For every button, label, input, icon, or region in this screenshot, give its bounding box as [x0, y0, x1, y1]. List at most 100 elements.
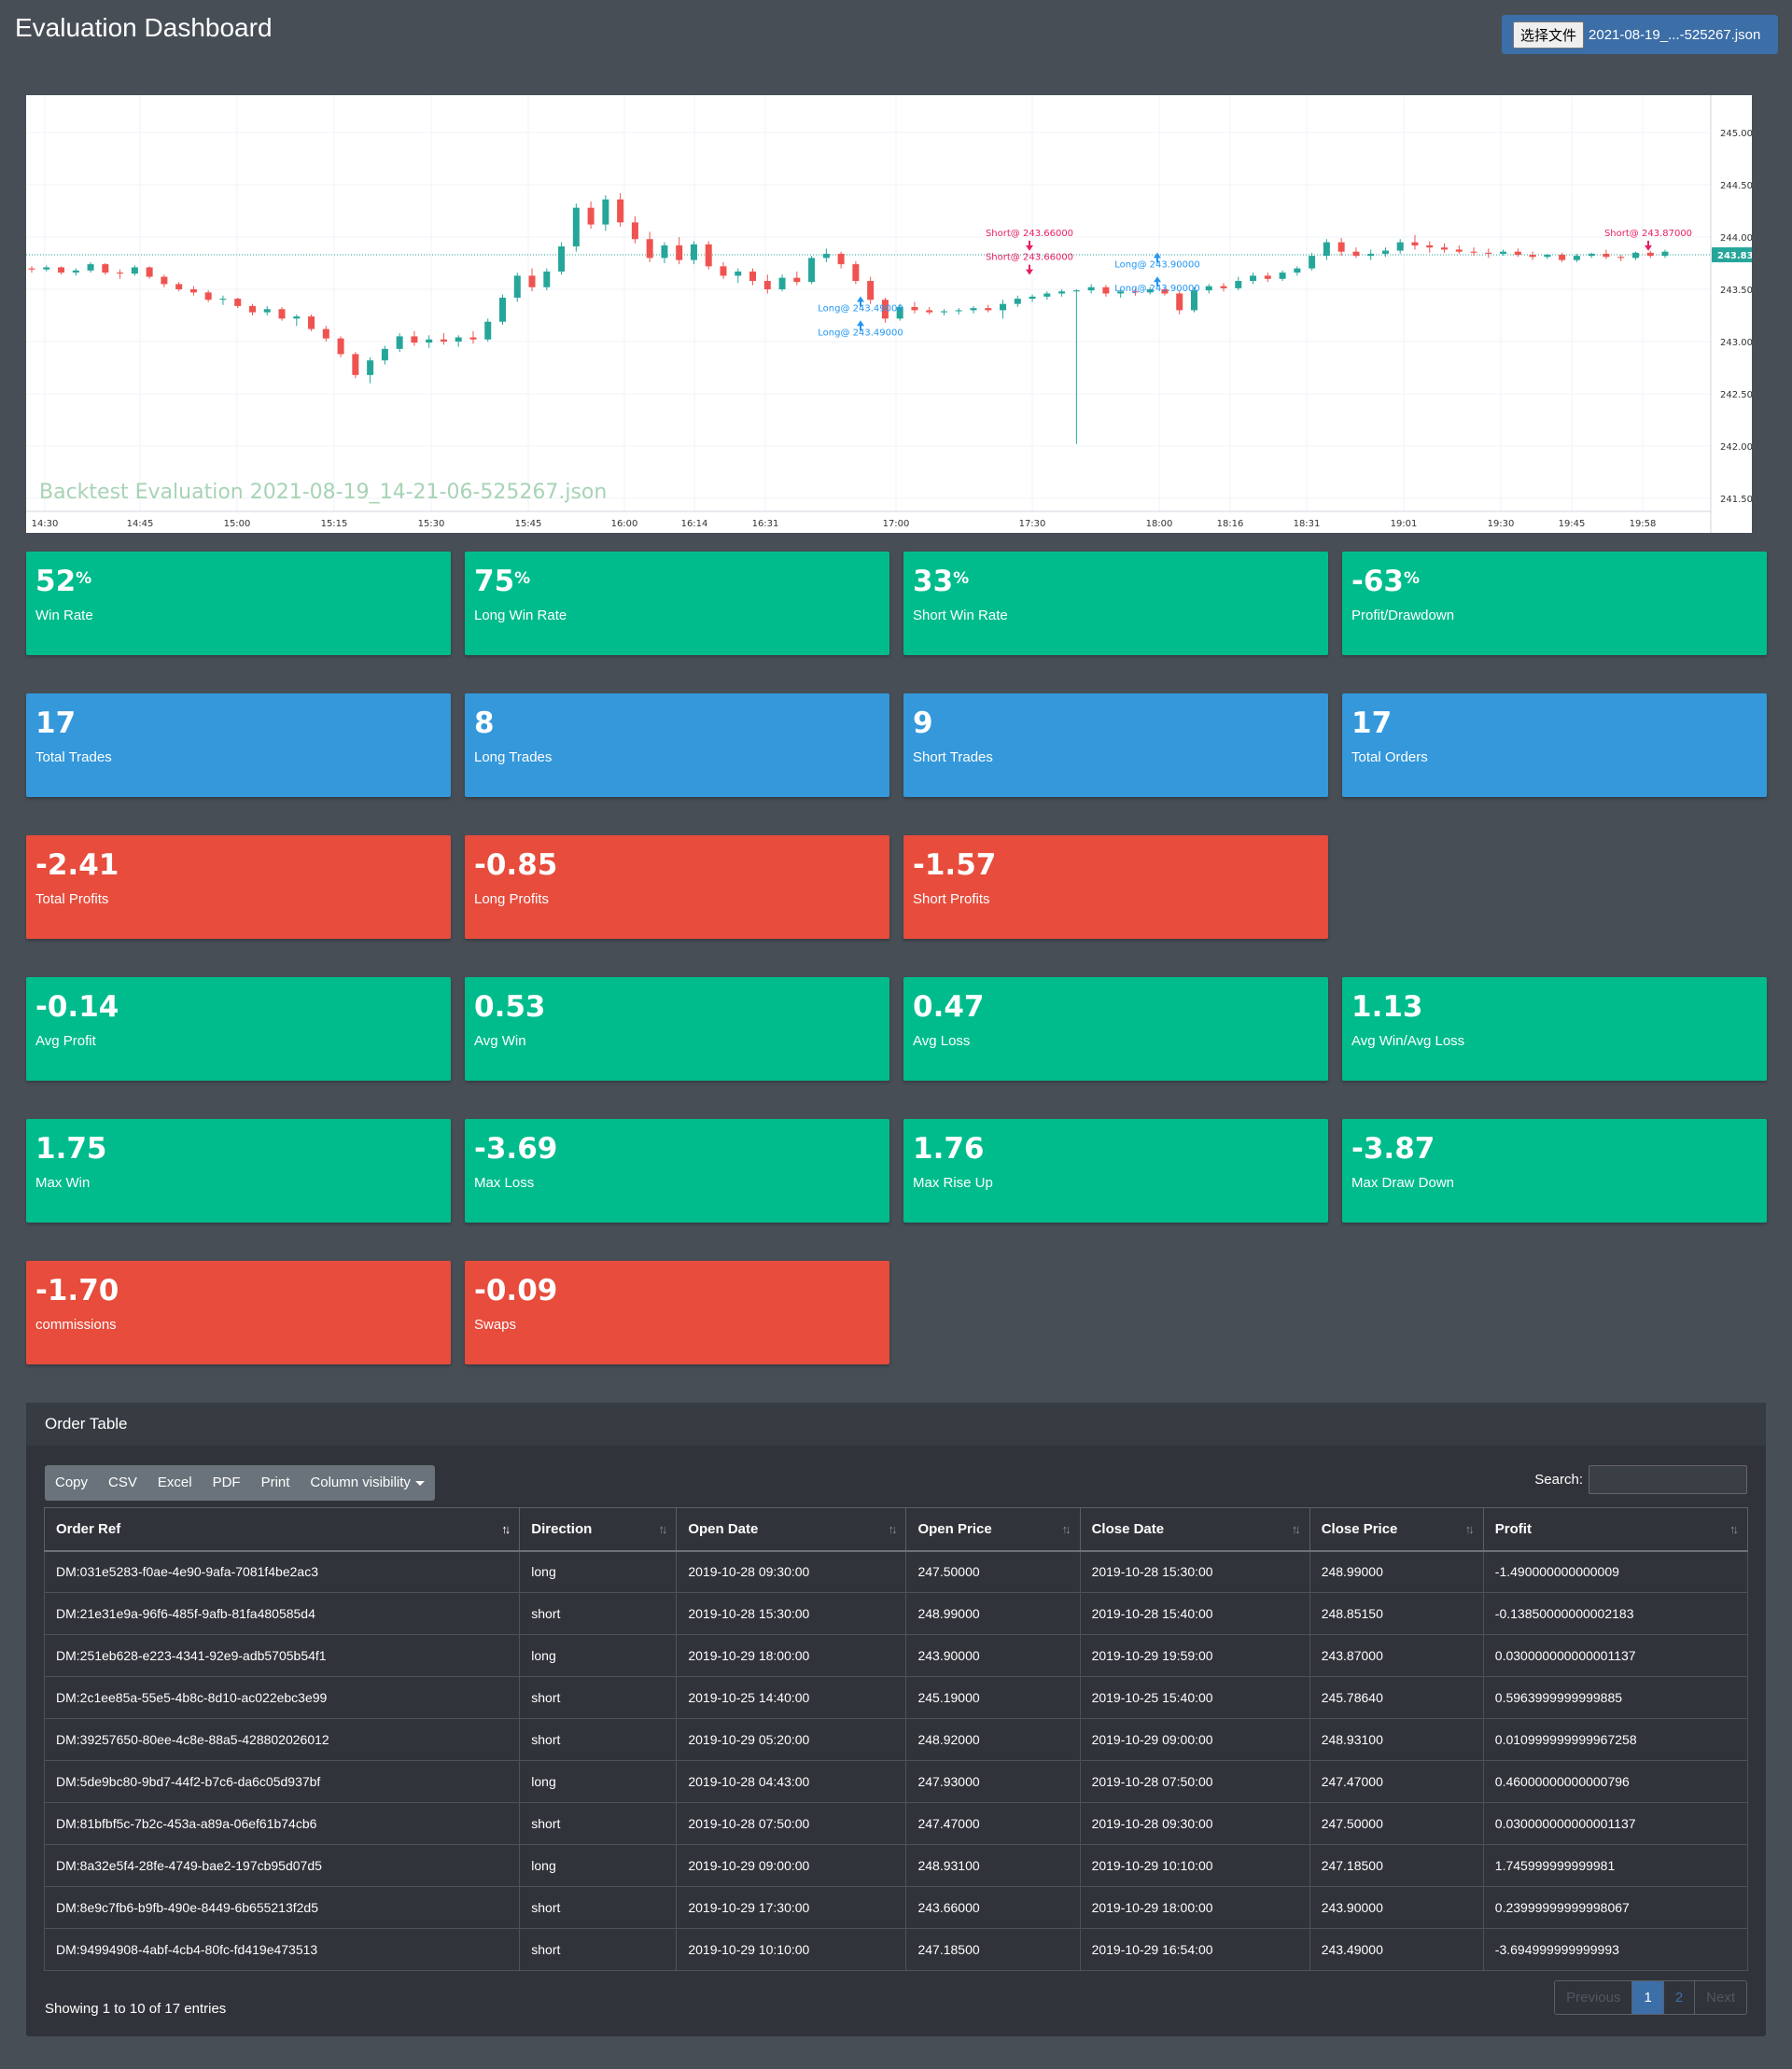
y-tick-label: 243.50 [1720, 286, 1752, 296]
candle-body [352, 354, 359, 375]
candle-body [822, 253, 830, 259]
stat-label: Max Draw Down [1351, 1175, 1455, 1191]
table-cell: 2019-10-29 17:30:00 [676, 1886, 907, 1929]
y-tick-label: 245.00 [1720, 129, 1752, 139]
table-cell: 247.18500 [1309, 1844, 1484, 1887]
table-row[interactable]: DM:2c1ee85a-55e5-4b8c-8d10-ac022ebc3e99 s… [43, 1676, 1749, 1719]
table-cell: 0.46000000000000796 [1482, 1760, 1749, 1803]
next-page-button[interactable]: Next [1694, 1981, 1746, 2014]
stat-value: -1.57 [913, 848, 1319, 882]
table-cell: 0.030000000000001137 [1482, 1802, 1749, 1845]
candle-body [278, 309, 286, 319]
page-2-button[interactable]: 2 [1662, 1981, 1695, 2014]
stat-unit: % [1404, 569, 1421, 588]
stat-label: Avg Win [474, 1033, 526, 1049]
column-header[interactable]: Direction ↑↓ [519, 1507, 678, 1552]
stat-value: 1.76 [913, 1132, 1319, 1166]
stat-value: 75% [474, 565, 880, 598]
table-cell: 0.030000000000001137 [1482, 1634, 1749, 1677]
column-header[interactable]: Profit ↑↓ [1482, 1507, 1749, 1552]
stat-value: 8 [474, 706, 880, 740]
sort-icon[interactable]: ↑↓ [1729, 1522, 1739, 1536]
candle-body [28, 268, 35, 270]
table-row[interactable]: DM:94994908-4abf-4cb4-80fc-fd419e473513 s… [43, 1928, 1749, 1971]
stat-number: 17 [1351, 706, 1393, 740]
candle-body [219, 299, 227, 301]
search-label: Search: [1534, 1472, 1583, 1488]
table-cell: long [519, 1760, 678, 1803]
column-header[interactable]: Close Date ↑↓ [1079, 1507, 1310, 1552]
stat-label: Long Profits [474, 891, 550, 907]
table-row[interactable]: DM:8a32e5f4-28fe-4749-bae2-197cb95d07d5 l… [43, 1844, 1749, 1887]
candlestick-chart[interactable]: Backtest Evaluation 2021-08-19_14-21-06-… [26, 95, 1752, 533]
x-tick-label: 19:01 [1391, 519, 1418, 529]
column-header[interactable]: Open Price ↑↓ [905, 1507, 1081, 1552]
table-cell: DM:8e9c7fb6-b9fb-490e-8449-6b655213f2d5 [43, 1886, 521, 1929]
x-tick-label: 19:30 [1488, 519, 1515, 529]
candle-body [263, 309, 271, 313]
table-row[interactable]: DM:39257650-80ee-4c8e-88a5-428802026012 s… [43, 1718, 1749, 1761]
stat-label: Profit/Drawdown [1351, 608, 1455, 623]
candle-body [646, 239, 653, 259]
sort-icon[interactable]: ↑↓ [888, 1522, 897, 1536]
table-row[interactable]: DM:031e5283-f0ae-4e90-9afa-7081f4be2ac3 l… [43, 1550, 1749, 1593]
table-row[interactable]: DM:8e9c7fb6-b9fb-490e-8449-6b655213f2d5 s… [43, 1886, 1749, 1929]
table-row[interactable]: DM:5de9bc80-9bd7-44f2-b7c6-da6c05d937bf l… [43, 1760, 1749, 1803]
stat-number: 9 [913, 706, 933, 740]
file-picker[interactable]: 选择文件 2021-08-19_...-525267.json [1502, 15, 1778, 54]
sort-icon[interactable]: ↑↓ [1292, 1522, 1301, 1536]
table-cell: 243.66000 [905, 1886, 1081, 1929]
candle-body [661, 245, 668, 259]
choose-file-button[interactable]: 选择文件 [1513, 21, 1585, 49]
csv-button[interactable]: CSV [98, 1465, 147, 1501]
excel-button[interactable]: Excel [147, 1465, 203, 1501]
sort-icon[interactable]: ↑↓ [1062, 1522, 1071, 1536]
table-cell: 245.78640 [1309, 1676, 1484, 1719]
candle-body [440, 339, 447, 342]
table-row[interactable]: DM:21e31e9a-96f6-485f-9afb-81fa480585d4 s… [43, 1592, 1749, 1635]
table-row[interactable]: DM:251eb628-e223-4341-92e9-adb5705b54f1 l… [43, 1634, 1749, 1677]
column-visibility-button[interactable]: Column visibility [300, 1465, 435, 1501]
table-cell: 2019-10-28 07:50:00 [676, 1802, 907, 1845]
candle-body [735, 271, 742, 276]
candle-body [1559, 255, 1566, 260]
candle-body [43, 267, 50, 270]
column-header[interactable]: Order Ref ↑↓ [43, 1507, 521, 1552]
table-info: Showing 1 to 10 of 17 entries [45, 2001, 227, 2017]
sort-icon[interactable]: ↑↓ [1465, 1522, 1475, 1536]
sort-icon[interactable]: ↑↓ [658, 1522, 667, 1536]
search-input[interactable] [1589, 1465, 1747, 1494]
previous-page-button[interactable]: Previous [1555, 1981, 1632, 2014]
chart-watermark: Backtest Evaluation 2021-08-19_14-21-06-… [39, 481, 607, 504]
chart-canvas[interactable]: Backtest Evaluation 2021-08-19_14-21-06-… [26, 95, 1752, 533]
candle-body [1544, 255, 1551, 258]
stat-number: 1.13 [1351, 990, 1423, 1024]
trade-marker-label: Short@ 243.66000 [986, 229, 1073, 239]
page-1-button[interactable]: 1 [1631, 1981, 1663, 2014]
table-cell: 2019-10-25 14:40:00 [676, 1676, 907, 1719]
stat-card: 1.75 Max Win [26, 1119, 451, 1223]
candle-body [528, 275, 536, 287]
table-cell: 2019-10-29 18:00:00 [676, 1634, 907, 1677]
stat-card: -0.09 Swaps [465, 1261, 889, 1364]
copy-button[interactable]: Copy [45, 1465, 98, 1501]
pdf-button[interactable]: PDF [203, 1465, 251, 1501]
table-cell: DM:251eb628-e223-4341-92e9-adb5705b54f1 [43, 1634, 521, 1677]
table-cell: long [519, 1844, 678, 1887]
column-header[interactable]: Close Price ↑↓ [1309, 1507, 1484, 1552]
candle-body [1529, 255, 1536, 258]
stat-value: 0.53 [474, 990, 880, 1024]
candle-body [513, 275, 521, 298]
stat-label: Win Rate [35, 608, 93, 623]
candle-body [1500, 251, 1507, 254]
candle-body [469, 337, 477, 340]
table-cell: 2019-10-28 15:30:00 [676, 1592, 907, 1635]
print-button[interactable]: Print [251, 1465, 301, 1501]
table-row[interactable]: DM:81bfbf5c-7b2c-453a-a89a-06ef61b74cb6 s… [43, 1802, 1749, 1845]
table-cell: 0.5963999999999885 [1482, 1676, 1749, 1719]
stat-label: Total Profits [35, 891, 109, 907]
table-cell: 1.745999999999981 [1482, 1844, 1749, 1887]
stat-number: 1.75 [35, 1132, 107, 1166]
sort-icon[interactable]: ↑↓ [501, 1522, 511, 1536]
column-header[interactable]: Open Date ↑↓ [676, 1507, 907, 1552]
